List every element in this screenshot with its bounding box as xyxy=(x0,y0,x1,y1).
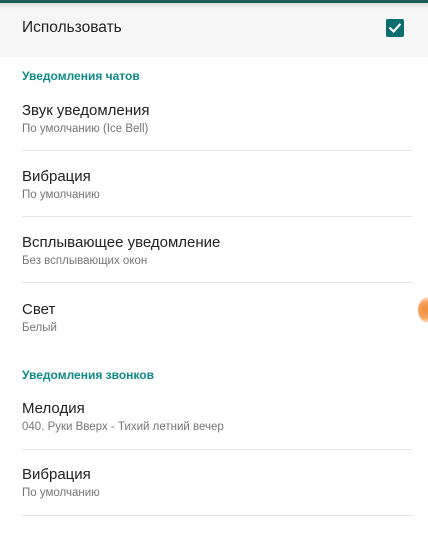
pref-popup-notification-title: Всплывающее уведомление xyxy=(22,234,221,251)
divider xyxy=(22,515,412,516)
check-icon xyxy=(388,23,402,34)
pref-call-vibration[interactable]: Вибрация По умолчанию xyxy=(0,466,428,532)
pref-chat-vibration-title: Вибрация xyxy=(22,168,91,185)
divider xyxy=(22,150,412,151)
section-header-calls: Уведомления звонков xyxy=(22,368,154,382)
pref-notification-sound-summary: По умолчанию (Ice Bell) xyxy=(22,123,149,135)
pref-ringtone-title: Мелодия xyxy=(22,400,85,417)
pref-call-vibration-title: Вибрация xyxy=(22,466,91,483)
divider xyxy=(22,449,412,450)
top-shadow xyxy=(0,3,428,9)
pref-chat-vibration-summary: По умолчанию xyxy=(22,189,100,201)
pref-popup-notification[interactable]: Всплывающее уведомление Без всплывающих … xyxy=(0,234,428,300)
section-header-chats: Уведомления чатов xyxy=(22,69,140,83)
pref-notification-sound[interactable]: Звук уведомления По умолчанию (Ice Bell) xyxy=(0,102,428,168)
divider xyxy=(22,216,412,217)
pref-chat-vibration[interactable]: Вибрация По умолчанию xyxy=(0,168,428,234)
notification-settings-screen: Использовать Уведомления чатов Звук увед… xyxy=(0,0,428,545)
pref-call-vibration-summary: По умолчанию xyxy=(22,487,100,499)
pref-popup-notification-summary: Без всплывающих окон xyxy=(22,255,148,267)
pref-light-title: Свет xyxy=(22,301,56,318)
pref-light[interactable]: Свет Белый xyxy=(0,301,428,367)
pref-ringtone-summary: 040. Руки Вверх - Тихий летний вечер xyxy=(22,421,224,433)
use-notifications-label: Использовать xyxy=(22,19,122,36)
pref-light-summary: Белый xyxy=(22,322,57,334)
divider xyxy=(22,282,412,283)
pref-ringtone[interactable]: Мелодия 040. Руки Вверх - Тихий летний в… xyxy=(0,400,428,466)
pref-notification-sound-title: Звук уведомления xyxy=(22,102,150,119)
use-notifications-checkbox[interactable] xyxy=(386,19,404,37)
